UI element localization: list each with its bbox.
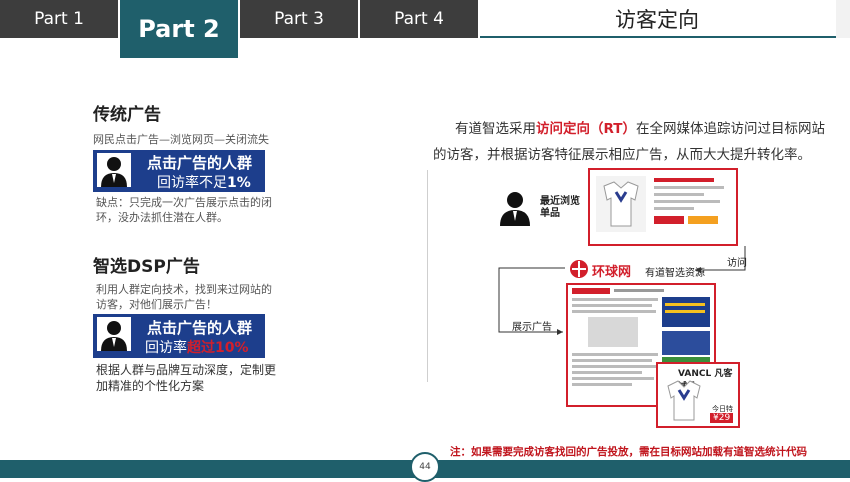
tab-part-1[interactable]: Part 1: [0, 0, 118, 38]
today-price: ¥29: [710, 413, 734, 423]
dsp-box-line2: 回访率超过10%: [145, 340, 249, 356]
traditional-drawback-text: 缺点：只完成一次广告展示点击的闭环，没办法抓住潜在人群。: [96, 196, 272, 224]
traditional-ad-title: 传统广告: [93, 105, 161, 125]
vertical-divider: [427, 170, 428, 382]
tab-part-4[interactable]: Part 4: [360, 0, 478, 38]
person-icon: [97, 317, 131, 351]
rt-description: 有道智选采用访问定向（RT）在全网媒体追踪访问过目标网站的访客，并根据访客特征展…: [433, 121, 825, 163]
tracking-code-note: 注：如果需要完成访客找回的广告投放，需在目标网站加载有道智选统计代码: [450, 446, 807, 458]
traditional-box-line1: 点击广告的人群: [147, 154, 253, 172]
product-page-screenshot: [588, 168, 738, 246]
header-underline: [480, 36, 850, 38]
page-title: 访客定向: [615, 8, 699, 32]
dsp-box-line1: 点击广告的人群: [147, 319, 253, 337]
traditional-box-line2: 回访率不足1%: [157, 175, 251, 191]
person-icon: [97, 153, 131, 187]
visitor-person-icon: [498, 190, 532, 230]
vancl-ad-screenshot: VANCL 凡客诚品 今日特价 ¥29: [656, 362, 740, 428]
header-edge: [836, 0, 850, 38]
traditional-stat-box: 点击广告的人群 回访率不足1%: [93, 150, 265, 192]
dsp-intro-text: 利用人群定向技术，找到来过网站的访客，对他们展示广告！: [96, 283, 272, 311]
dsp-benefit-text: 根据人群与品牌互动深度，定制更加精准的个性化方案: [96, 363, 277, 393]
traditional-flow-text: 网民点击广告—浏览网页—关闭流失: [93, 133, 269, 146]
recent-browse-label: 最近浏览单品: [540, 196, 580, 219]
tab-part-3[interactable]: Part 3: [240, 0, 358, 38]
dsp-stat-box: 点击广告的人群 回访率超过10%: [93, 314, 265, 358]
tab-part-2[interactable]: Part 2: [120, 0, 238, 58]
dsp-ad-title: 智选DSP广告: [93, 257, 200, 277]
